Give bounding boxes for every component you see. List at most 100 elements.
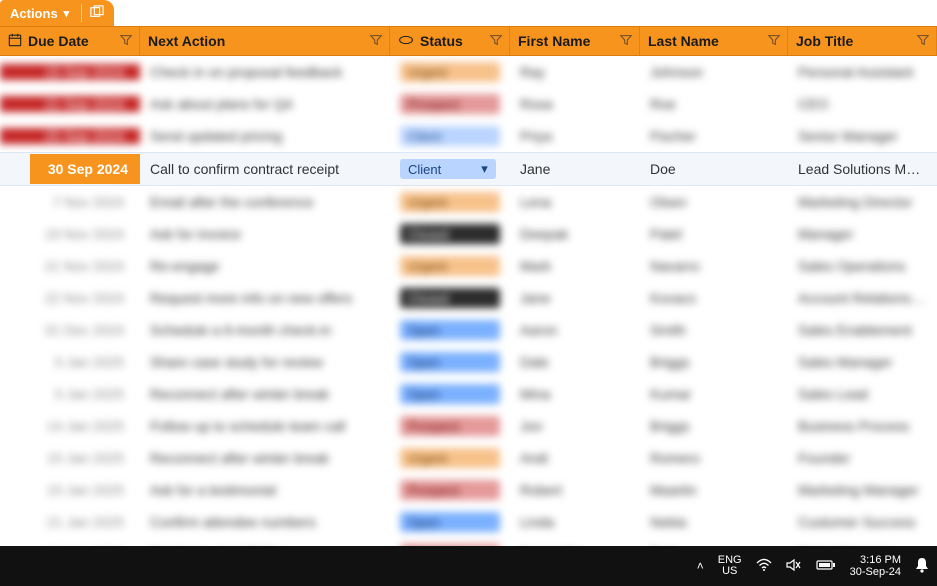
filter-icon[interactable] [619, 33, 633, 50]
filter-icon[interactable] [767, 33, 781, 50]
table-row[interactable]: 27 Jan 2025Send new deal T&CsProspectSam… [0, 538, 937, 546]
cell-next-action: Email after the conference [140, 194, 390, 210]
filter-icon[interactable] [119, 33, 133, 50]
header-status[interactable]: Status [390, 27, 510, 55]
header-next-action-label: Next Action [148, 33, 381, 49]
tab-strip: Actions ▾ [0, 0, 937, 26]
header-first-name-label: First Name [518, 33, 631, 49]
table-row[interactable]: 5 Jan 2025Reconnect after winter breakOp… [0, 378, 937, 410]
cell-next-action: Send updated pricing [140, 128, 390, 144]
table-row[interactable]: 7 Nov 2024Email after the conferenceUrge… [0, 186, 937, 218]
cell-next-action: Follow up to schedule team call [140, 418, 390, 434]
cell-next-action: Reconnect after winter break [140, 386, 390, 402]
cell-status: Closed [390, 224, 510, 244]
table-row[interactable]: 15 Jan 2025Ask for a testimonialProspect… [0, 474, 937, 506]
table-row[interactable]: 19 Nov 2024Ask for invoiceClosedDeepakPa… [0, 218, 937, 250]
table-row[interactable]: 15 Jan 2025Reconnect after winter breakU… [0, 442, 937, 474]
cell-due-date: 21 Nov 2024 [0, 258, 140, 274]
cell-first-name: Rosa [510, 96, 640, 112]
filter-icon[interactable] [916, 33, 930, 50]
battery-icon[interactable] [816, 558, 836, 574]
table-row[interactable]: 22 Nov 2024Request more info on new offe… [0, 282, 937, 314]
wifi-icon[interactable] [756, 558, 772, 575]
cell-due-date: 22 Nov 2024 [0, 290, 140, 306]
grid-edit-icon[interactable] [90, 5, 104, 22]
cell-status: Closed [390, 288, 510, 308]
cell-status: Client [390, 126, 510, 146]
cell-status: Prospect [390, 544, 510, 546]
header-last-name[interactable]: Last Name [640, 27, 788, 55]
cell-due-date: 5 Jan 2025 [0, 386, 140, 402]
cell-job-title: Sales Lead [788, 386, 937, 402]
chevron-down-icon: ▾ [481, 161, 488, 177]
taskbar-clock[interactable]: 3:16 PM 30-Sep-24 [850, 554, 901, 578]
cell-first-name: Ray [510, 64, 640, 80]
table-row[interactable]: 25 Sep 2024Send updated pricingClientPri… [0, 120, 937, 152]
cell-first-name: Priya [510, 128, 640, 144]
taskbar-language[interactable]: ENG US [718, 555, 742, 577]
header-due-date-label: Due Date [28, 33, 131, 49]
cell-next-action: Ask for invoice [140, 226, 390, 242]
cell-last-name: Smith [640, 322, 788, 338]
cell-status: Open [390, 512, 510, 532]
table-row[interactable]: 15 Sep 2024Check in on proposal feedback… [0, 56, 937, 88]
filter-icon[interactable] [369, 33, 383, 50]
notifications-icon[interactable] [915, 557, 929, 576]
cell-due-date: 15 Jan 2025 [0, 482, 140, 498]
cell-job-title: Marketing Manager [788, 482, 937, 498]
table-row[interactable]: 5 Jan 2025Share case study for reviewOpe… [0, 346, 937, 378]
table-row[interactable]: 21 Jan 2025Confirm attendee numbersOpenL… [0, 506, 937, 538]
cell-first-name: Aaron [510, 322, 640, 338]
cell-first-name: Jane [510, 290, 640, 306]
cell-status: Urgent [390, 448, 510, 468]
cell-first-name: Mina [510, 386, 640, 402]
tab-divider [81, 4, 82, 22]
header-first-name[interactable]: First Name [510, 27, 640, 55]
tab-actions[interactable]: Actions ▾ [0, 0, 114, 26]
cell-job-title: Sales Operations [788, 258, 937, 274]
header-due-date[interactable]: Due Date [0, 27, 140, 55]
cell-due-date: 30 Sep 2024 [0, 154, 140, 184]
table-body: 15 Sep 2024Check in on proposal feedback… [0, 56, 937, 546]
cell-status: Open [390, 384, 510, 404]
header-job-title[interactable]: Job Title [788, 27, 937, 55]
cell-due-date: 15 Jan 2025 [0, 450, 140, 466]
cell-due-date: 25 Sep 2024 [0, 128, 140, 144]
cell-next-action: Ask about plans for Q4 [140, 96, 390, 112]
filter-icon[interactable] [489, 33, 503, 50]
cell-last-name: Briggs [640, 354, 788, 370]
cell-next-action: Schedule a 6-month check-in [140, 322, 390, 338]
header-last-name-label: Last Name [648, 33, 779, 49]
cell-first-name: Linda [510, 514, 640, 530]
cell-last-name: Romero [640, 450, 788, 466]
cell-first-name: Lena [510, 194, 640, 210]
cell-due-date: 7 Nov 2024 [0, 194, 140, 210]
table-row[interactable]: 21 Sep 2024Ask about plans for Q4Prospec… [0, 88, 937, 120]
table-row[interactable]: 21 Nov 2024Re-engageUrgentMarkNavarroSal… [0, 250, 937, 282]
cell-status: Prospect [390, 480, 510, 500]
chevron-down-icon: ▾ [64, 7, 70, 20]
table-row[interactable]: 30 Sep 2024Call to confirm contract rece… [0, 152, 937, 186]
cell-next-action: Share case study for review [140, 354, 390, 370]
cell-job-title: Account Relationship [788, 290, 937, 306]
cell-status: Prospect [390, 94, 510, 114]
cell-first-name: Jane [510, 161, 640, 177]
volume-icon[interactable] [786, 558, 802, 575]
cell-last-name: Nebia [640, 514, 788, 530]
header-next-action[interactable]: Next Action [140, 27, 390, 55]
tray-chevron-up-icon[interactable]: ˄ [697, 559, 704, 573]
taskbar-lang-secondary: US [722, 566, 737, 577]
cell-first-name: Jon [510, 418, 640, 434]
cell-last-name: Patel [640, 226, 788, 242]
cell-job-title: Sales Enablement [788, 322, 937, 338]
cell-next-action: Re-engage [140, 258, 390, 274]
cell-status[interactable]: Client▾ [390, 159, 510, 179]
cell-last-name: Navarro [640, 258, 788, 274]
table-row[interactable]: 31 Dec 2024Schedule a 6-month check-inOp… [0, 314, 937, 346]
cell-next-action: Check in on proposal feedback [140, 64, 390, 80]
cell-first-name: Deepak [510, 226, 640, 242]
table-header: Due Date Next Action Status First Name [0, 26, 937, 56]
cell-last-name: Kumar [640, 386, 788, 402]
table-row[interactable]: 14 Jan 2025Follow up to schedule team ca… [0, 410, 937, 442]
cell-job-title: Business Process [788, 418, 937, 434]
